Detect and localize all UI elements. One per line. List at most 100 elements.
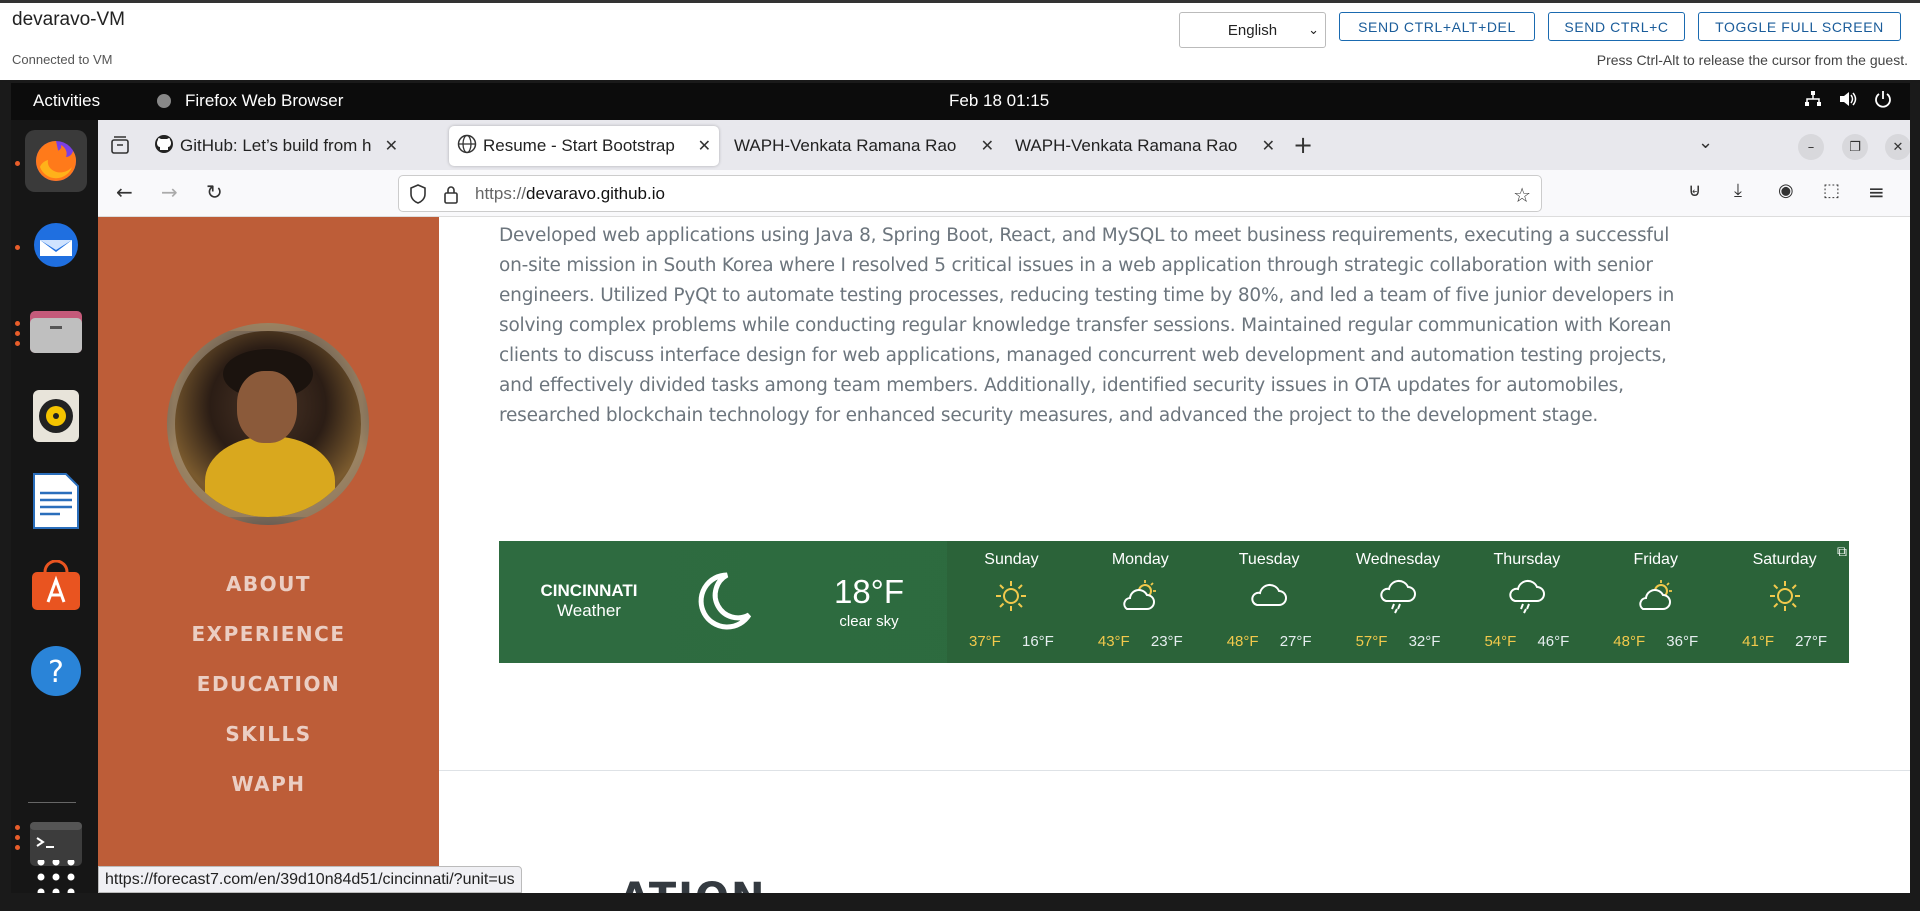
dock-separator xyxy=(28,802,76,803)
forward-arrow-icon[interactable]: → xyxy=(161,180,178,204)
sun-icon xyxy=(1768,579,1802,618)
toggle-full-screen-button[interactable]: TOGGLE FULL SCREEN xyxy=(1698,12,1901,41)
forecast-low: 23°F xyxy=(1150,633,1183,650)
nav-waph[interactable]: WAPH xyxy=(98,759,439,809)
forecast-day-name: Sunday xyxy=(984,551,1039,568)
close-tab-icon[interactable]: ✕ xyxy=(981,136,994,156)
thunderbird-icon[interactable] xyxy=(25,214,87,276)
power-icon xyxy=(1874,90,1892,112)
downloads-icon[interactable]: ⤓ xyxy=(1734,180,1742,201)
clock[interactable]: Feb 18 01:15 xyxy=(949,91,1049,111)
language-select[interactable]: English ⌄ xyxy=(1179,12,1326,48)
profile-photo xyxy=(167,323,369,525)
network-icon xyxy=(1804,90,1822,112)
forecast-high: 48°F xyxy=(1613,633,1646,650)
app-center-icon[interactable] xyxy=(25,555,87,617)
lock-icon[interactable] xyxy=(443,184,459,208)
weather-label: Weather xyxy=(557,601,621,620)
show-apps-icon[interactable] xyxy=(25,860,87,893)
tab-resume[interactable]: Resume - Start Bootstrap ✕ xyxy=(449,126,719,166)
forecast-days: Sunday 37°F 16°F Monday 43°F 23°F Tuesday 48°F 2… xyxy=(947,541,1849,663)
writer-icon[interactable] xyxy=(25,470,87,532)
firefox-view-icon[interactable] xyxy=(110,135,130,159)
forecast-low: 27°F xyxy=(1279,633,1312,650)
browser-toolbar: ← → ↻ https://devaravo.github.io ☆ ⊌ ⤓ ◉… xyxy=(98,170,1910,217)
moon-icon xyxy=(697,571,755,636)
forecast-day: Saturday 41°F 27°F xyxy=(1720,541,1849,663)
tab-github[interactable]: GitHub: Let’s build from h ✕ xyxy=(146,126,406,166)
sun-icon xyxy=(994,579,1028,618)
close-tab-icon[interactable]: ✕ xyxy=(385,136,398,156)
vm-host-toolbar: devaravo-VM Connected to VM English ⌄ SE… xyxy=(0,0,1920,80)
close-window-icon[interactable]: ✕ xyxy=(1885,134,1910,160)
main-content: Developed web applications using Java 8,… xyxy=(439,217,1910,893)
forecast-day-name: Monday xyxy=(1111,551,1169,568)
link-status-tooltip: https://forecast7.com/en/39d10n84d51/cin… xyxy=(98,866,522,893)
current-conditions: clear sky xyxy=(839,613,899,630)
tab-waph-2[interactable]: WAPH-Venkata Ramana Rao ✕ xyxy=(1007,126,1283,166)
volume-icon xyxy=(1838,90,1858,112)
experience-description: Developed web applications using Java 8,… xyxy=(499,225,1675,426)
section-divider xyxy=(439,770,1910,771)
nav-experience[interactable]: EXPERIENCE xyxy=(98,609,439,659)
language-select-value: English xyxy=(1227,21,1278,39)
tab-waph-1[interactable]: WAPH-Venkata Ramana Rao ✕ xyxy=(726,126,1002,166)
new-tab-plus-icon[interactable]: + xyxy=(1293,131,1313,159)
forecast-high: 54°F xyxy=(1484,633,1517,650)
running-indicator xyxy=(15,321,20,326)
current-temperature: 18°F xyxy=(833,573,905,610)
nav-skills[interactable]: SKILLS xyxy=(98,709,439,759)
nav-education[interactable]: EDUCATION xyxy=(98,659,439,709)
vm-screen[interactable]: Activities Firefox Web Browser Feb 18 01… xyxy=(11,83,1910,893)
weather-widget[interactable]: CINCINNATI Weather 18°F clear sky Sunday… xyxy=(499,541,1849,663)
reload-icon[interactable]: ↻ xyxy=(206,180,223,204)
help-icon[interactable]: ? xyxy=(25,640,87,702)
nav-about[interactable]: ABOUT xyxy=(98,559,439,609)
send-ctrl-alt-del-button[interactable]: SEND CTRL+ALT+DEL xyxy=(1339,12,1535,41)
svg-text:?: ? xyxy=(48,655,64,690)
forecast-low: 46°F xyxy=(1537,633,1570,650)
firefox-icon[interactable] xyxy=(25,130,87,192)
activities-button[interactable]: Activities xyxy=(33,91,100,111)
forecast-high: 37°F xyxy=(969,633,1001,650)
tab-title: WAPH-Venkata Ramana Rao xyxy=(734,136,957,155)
pocket-icon[interactable]: ⊌ xyxy=(1688,180,1701,201)
forecast-day: Sunday 37°F 16°F xyxy=(947,541,1076,663)
restore-icon[interactable]: ❐ xyxy=(1842,134,1868,160)
rhythmbox-icon[interactable] xyxy=(25,385,87,447)
bookmark-star-icon[interactable]: ☆ xyxy=(1513,183,1531,207)
back-arrow-icon[interactable]: ← xyxy=(116,180,133,204)
gnome-top-bar: Activities Firefox Web Browser Feb 18 01… xyxy=(11,83,1910,120)
send-ctrl-c-button[interactable]: SEND CTRL+C xyxy=(1548,12,1685,41)
url-bar[interactable]: https://devaravo.github.io ☆ xyxy=(398,175,1542,212)
running-indicator xyxy=(15,331,20,336)
forecast-day: Tuesday 48°F 27°F xyxy=(1205,541,1334,663)
forecast-low: 16°F xyxy=(1022,633,1054,650)
close-tab-icon[interactable]: ✕ xyxy=(698,136,711,156)
rain-icon xyxy=(1379,579,1417,620)
forecast-day-name: Thursday xyxy=(1493,551,1561,568)
system-tray[interactable] xyxy=(1804,90,1892,112)
files-icon[interactable] xyxy=(25,300,87,362)
tab-title: GitHub: Let’s build from h xyxy=(180,136,372,155)
weather-city: CINCINNATI xyxy=(540,581,638,600)
vm-connection-status: Connected to VM xyxy=(12,52,113,67)
partly-cloudy-icon xyxy=(1636,579,1676,618)
forecast-low: 32°F xyxy=(1408,633,1441,650)
minimize-icon[interactable]: – xyxy=(1798,134,1824,160)
account-icon[interactable]: ◉ xyxy=(1778,180,1794,201)
external-link-icon[interactable]: ⧉ xyxy=(1837,543,1847,560)
forecast-day: Thursday 54°F 46°F xyxy=(1462,541,1591,663)
close-tab-icon[interactable]: ✕ xyxy=(1262,136,1275,156)
dock: ? xyxy=(11,120,98,893)
forecast-high: 43°F xyxy=(1097,633,1130,650)
list-all-tabs-chevron-icon[interactable]: ⌄ xyxy=(1698,132,1713,153)
shield-icon[interactable] xyxy=(409,184,427,208)
forecast-day: Friday 48°F 36°F xyxy=(1591,541,1720,663)
extensions-icon[interactable]: ⬚ xyxy=(1823,180,1840,201)
forecast-day: Wednesday 57°F 32°F xyxy=(1334,541,1463,663)
hamburger-menu-icon[interactable]: ≡ xyxy=(1868,180,1885,204)
forecast-day-name: Friday xyxy=(1633,551,1678,568)
running-indicator xyxy=(15,845,20,850)
app-menu[interactable]: Firefox Web Browser xyxy=(185,91,343,111)
